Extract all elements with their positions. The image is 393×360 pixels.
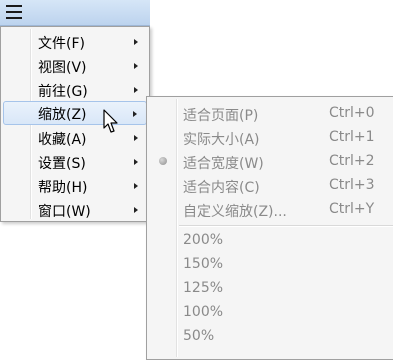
menu-item-label: 缩放(Z) xyxy=(38,107,87,123)
submenu-arrow-icon xyxy=(134,135,138,141)
zoom-submenu: 适合页面(P) Ctrl+0 实际大小(A) Ctrl+1 适合宽度(W) Ct… xyxy=(146,96,393,360)
menu-item-view[interactable]: 视图(V) xyxy=(3,54,147,78)
menu-item-label: 自定义缩放(Z)... xyxy=(183,204,287,220)
radio-selected-icon xyxy=(159,157,167,165)
menu-item-settings[interactable]: 设置(S) xyxy=(3,150,147,174)
submenu-arrow-icon xyxy=(134,63,138,69)
zoom-actual-size-item[interactable]: 实际大小(A) Ctrl+1 xyxy=(149,125,393,149)
menu-item-help[interactable]: 帮助(H) xyxy=(3,174,147,198)
submenu-arrow-icon xyxy=(134,183,138,189)
menu-item-label: 适合页面(P) xyxy=(183,108,259,124)
shortcut-label: Ctrl+3 xyxy=(329,177,375,193)
menu-item-label: 125% xyxy=(183,280,224,296)
zoom-fit-content-item[interactable]: 适合内容(C) Ctrl+3 xyxy=(149,173,393,197)
zoom-custom-item[interactable]: 自定义缩放(Z)... Ctrl+Y xyxy=(149,197,393,221)
submenu-arrow-icon xyxy=(134,207,138,213)
submenu-arrow-icon xyxy=(134,159,138,165)
menu-item-label: 适合宽度(W) xyxy=(183,156,264,172)
menu-item-label: 窗口(W) xyxy=(38,204,91,220)
menu-item-label: 100% xyxy=(183,304,224,320)
menu-item-file[interactable]: 文件(F) xyxy=(3,30,147,54)
submenu-arrow-icon xyxy=(133,111,137,117)
zoom-preset-item[interactable]: 150% xyxy=(149,252,393,276)
shortcut-label: Ctrl+2 xyxy=(329,153,375,169)
menu-item-label: 帮助(H) xyxy=(38,180,88,196)
submenu-arrow-icon xyxy=(134,39,138,45)
menu-item-favorites[interactable]: 收藏(A) xyxy=(3,126,147,150)
menu-item-zoom[interactable]: 缩放(Z) xyxy=(3,101,147,125)
menu-item-label: 150% xyxy=(183,256,224,272)
zoom-preset-item[interactable]: 50% xyxy=(149,324,393,348)
menu-item-label: 设置(S) xyxy=(38,156,86,172)
menu-item-label: 实际大小(A) xyxy=(183,132,260,148)
menu-item-label: 50% xyxy=(183,328,215,344)
zoom-preset-item[interactable]: 100% xyxy=(149,300,393,324)
shortcut-label: Ctrl+Y xyxy=(329,201,375,217)
shortcut-label: Ctrl+0 xyxy=(329,105,375,121)
menu-separator xyxy=(179,225,393,227)
menu-item-label: 视图(V) xyxy=(38,60,87,76)
menu-item-goto[interactable]: 前往(G) xyxy=(3,78,147,102)
mouse-cursor-icon xyxy=(103,109,118,133)
menu-item-label: 适合内容(C) xyxy=(183,180,260,196)
hamburger-icon xyxy=(6,5,22,19)
shortcut-label: Ctrl+1 xyxy=(329,129,375,145)
menu-button[interactable] xyxy=(0,0,150,26)
zoom-preset-item[interactable]: 200% xyxy=(149,228,393,252)
menu-item-label: 前往(G) xyxy=(38,84,88,100)
main-menu: 文件(F) 视图(V) 前往(G) 缩放(Z) 收藏(A) 设置(S) 帮助(H… xyxy=(0,26,150,222)
menu-item-label: 200% xyxy=(183,232,224,248)
submenu-arrow-icon xyxy=(134,87,138,93)
zoom-fit-width-item[interactable]: 适合宽度(W) Ctrl+2 xyxy=(149,149,393,173)
menu-item-label: 收藏(A) xyxy=(38,132,87,148)
menu-item-label: 文件(F) xyxy=(38,36,85,52)
zoom-preset-item[interactable]: 125% xyxy=(149,276,393,300)
zoom-fit-page-item[interactable]: 适合页面(P) Ctrl+0 xyxy=(149,101,393,125)
menu-item-window[interactable]: 窗口(W) xyxy=(3,198,147,222)
